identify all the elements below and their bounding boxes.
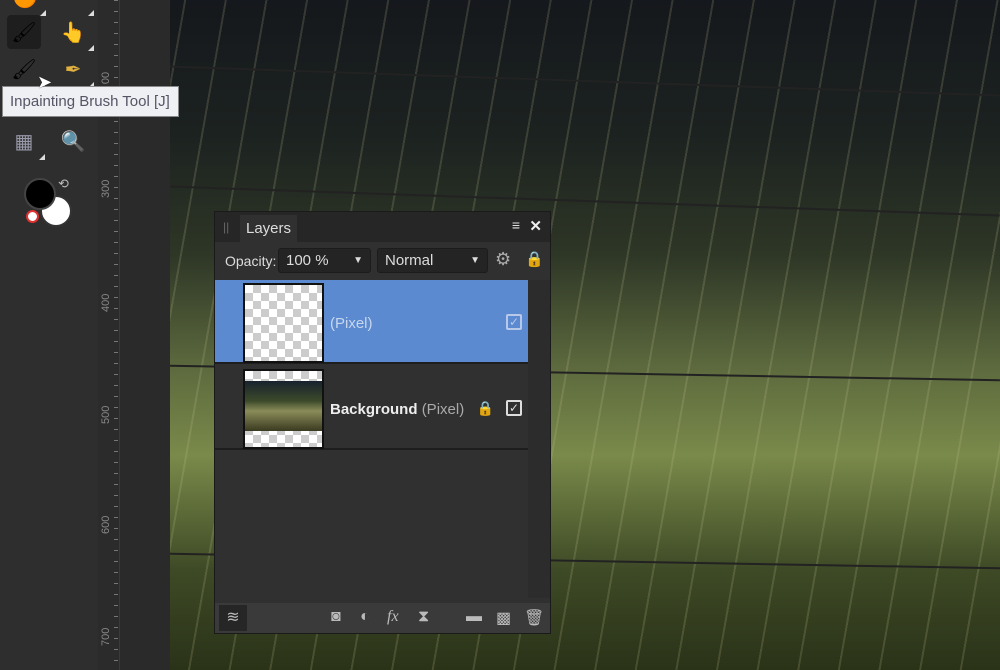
layers-stack-icon[interactable]: ≋ (219, 605, 247, 631)
visibility-checkbox[interactable]: ✓ (506, 314, 522, 330)
tool-pen[interactable]: ✒ (56, 52, 94, 88)
blend-mode-value: Normal (385, 252, 434, 269)
layer-name: (Pixel) (330, 315, 373, 332)
tool-zoom[interactable]: 🔍 (56, 124, 90, 158)
visibility-checkbox[interactable]: ✓ (506, 400, 522, 416)
trash-icon[interactable]: 🗑 (524, 608, 544, 628)
ruler-label: 400 (100, 293, 112, 312)
tool-inpainting-brush[interactable]: 🖌 (7, 52, 45, 88)
paint-mixer-brush-icon: 🖌 (11, 21, 37, 44)
pixel-layer-icon[interactable]: ▩ (496, 608, 511, 628)
foreground-color-swatch[interactable] (24, 178, 56, 210)
inpainting-brush-icon: 🖌 (11, 58, 37, 81)
scrollbar[interactable] (528, 280, 550, 598)
panel-header: || Layers ≡ ✕ (215, 212, 550, 242)
opacity-dropdown[interactable]: 100 % ▼ (278, 248, 371, 273)
live-filter-icon[interactable]: ⧗ (418, 608, 429, 626)
layer-row-pixel[interactable]: (Pixel) ✓ (215, 280, 528, 364)
tool-top-hidden[interactable]: 🟠 (8, 0, 46, 16)
layer-thumbnail (243, 283, 324, 363)
layers-panel: || Layers ≡ ✕ Opacity: 100 % ▼ Normal ▼ ⚙ … (214, 211, 551, 634)
layer-name: Background (Pixel) (330, 401, 465, 418)
blend-mode-dropdown[interactable]: Normal ▼ (377, 248, 488, 273)
fx-icon[interactable]: fx (387, 608, 399, 626)
layer-options: Opacity: 100 % ▼ Normal ▼ ⚙ 🔒 (215, 242, 550, 279)
ruler-label: 700 (100, 627, 112, 646)
zoom-icon: 🔍 (60, 130, 86, 153)
layer-row-background[interactable]: Background (Pixel) 🔒 ✓ (215, 366, 528, 450)
lock-icon[interactable]: 🔒 (525, 250, 544, 268)
no-color-icon[interactable] (26, 210, 39, 223)
layer-lock-icon[interactable]: 🔒 (477, 400, 494, 417)
panel-menu-icon[interactable]: ≡ (512, 217, 520, 233)
opacity-value: 100 % (286, 252, 329, 269)
mouse-cursor-icon: ➤ (37, 72, 53, 92)
tab-layers[interactable]: Layers (240, 215, 298, 242)
ruler-label: 500 (100, 405, 112, 424)
opacity-label: Opacity: (225, 253, 277, 269)
ruler-label: 600 (100, 515, 112, 534)
mesh-warp-icon: ▦ (14, 130, 34, 153)
chevron-down-icon: ▼ (470, 255, 480, 266)
mask-layer-icon[interactable]: ◙ (331, 608, 341, 626)
close-icon[interactable]: ✕ (529, 217, 542, 235)
drag-handle-icon[interactable]: || (223, 220, 229, 234)
layer-thumbnail (243, 369, 324, 449)
folder-icon[interactable]: ▬ (466, 608, 482, 626)
tool-mesh-warp[interactable]: ▦ (7, 124, 45, 160)
pen-icon: ✒ (64, 58, 82, 81)
adjustment-icon[interactable]: ◐ (360, 608, 370, 626)
brush-icon: 🟠 (13, 0, 38, 10)
ruler-label: 300 (100, 179, 112, 198)
gear-icon[interactable]: ⚙ (495, 249, 511, 270)
tool-paint-mixer[interactable]: 🖌 (7, 15, 41, 49)
panel-footer: ≋ ◙ ◐ fx ⧗ ▬ ▩ 🗑 (215, 603, 550, 633)
swap-colors-icon[interactable]: ⟲ (58, 176, 69, 192)
tool-tooltip: Inpainting Brush Tool [J] (2, 86, 179, 117)
chevron-down-icon: ▼ (353, 255, 363, 266)
smudge-icon: 👆 (60, 21, 86, 44)
ruler-label: 00 (100, 71, 112, 85)
tool-smudge[interactable]: 👆 (56, 15, 94, 51)
tool-top-hidden-2[interactable] (56, 0, 94, 16)
